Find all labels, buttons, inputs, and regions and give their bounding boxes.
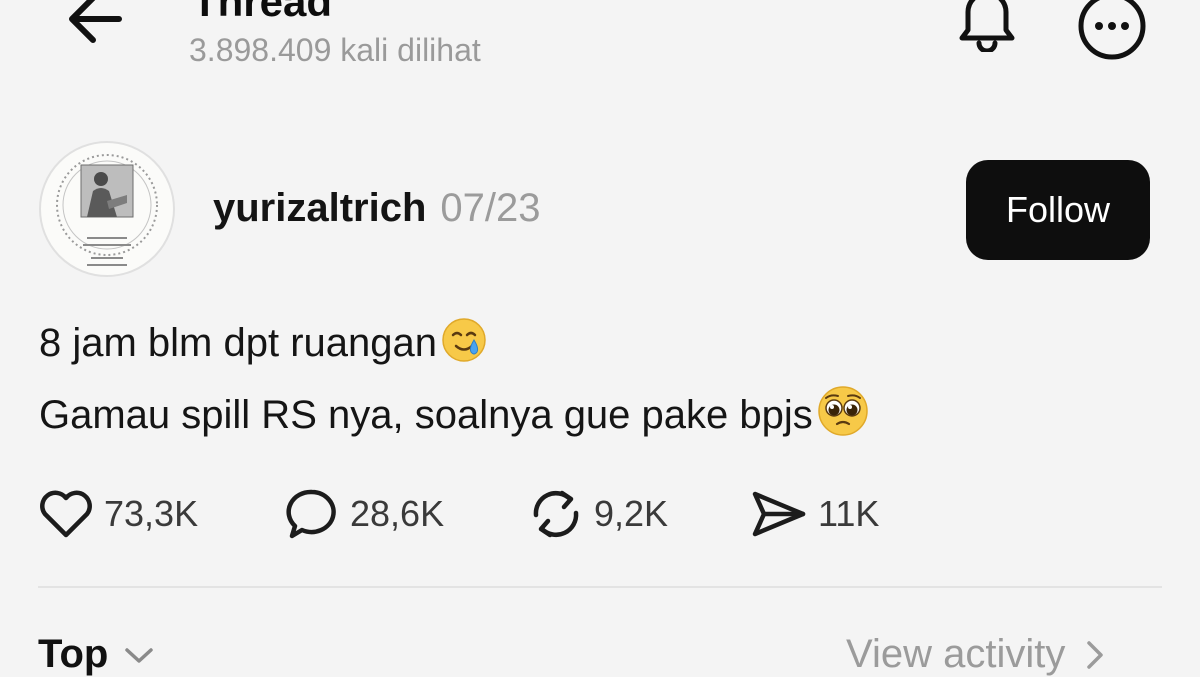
view-activity-label: View activity xyxy=(846,632,1066,676)
heart-icon xyxy=(40,490,92,538)
username[interactable]: yurizaltrich xyxy=(213,186,426,231)
arrow-left-icon xyxy=(69,0,122,43)
back-button[interactable] xyxy=(62,0,128,52)
post-text: 8 jam blm dpt ruangan xyxy=(39,321,438,365)
repost-icon xyxy=(533,490,579,538)
comment-icon xyxy=(286,489,336,539)
post-text-line-1: 8 jam blm dpt ruangan xyxy=(39,316,488,368)
share-button[interactable]: 11K xyxy=(750,488,879,540)
more-options-button[interactable] xyxy=(1074,0,1150,64)
post-date: 07/23 xyxy=(440,186,541,230)
repost-button[interactable]: 9,2K xyxy=(528,488,668,540)
like-count: 73,3K xyxy=(104,493,199,534)
bell-icon xyxy=(959,0,1015,52)
share-count: 11K xyxy=(818,493,880,534)
sort-dropdown[interactable]: Top xyxy=(38,632,156,677)
more-icon xyxy=(1078,0,1146,60)
send-icon xyxy=(752,491,806,537)
notification-button[interactable] xyxy=(950,0,1024,56)
smiling-face-with-tear-emoji-icon xyxy=(442,318,486,362)
repost-count: 9,2K xyxy=(594,493,669,534)
like-button[interactable]: 73,3K xyxy=(38,488,198,540)
pleading-face-emoji-icon xyxy=(818,386,868,436)
avatar[interactable] xyxy=(39,141,175,277)
reply-count: 28,6K xyxy=(350,493,445,534)
page-title: Thread xyxy=(192,0,333,25)
follow-button[interactable]: Follow xyxy=(966,160,1150,260)
divider xyxy=(38,586,1162,588)
chevron-right-icon xyxy=(1087,640,1104,669)
avatar-image xyxy=(56,154,158,266)
chevron-down-icon xyxy=(125,647,154,663)
view-count: 3.898.409 kali dilihat xyxy=(189,32,481,68)
post-meta: yurizaltrich 07/23 xyxy=(213,186,541,236)
sort-label: Top xyxy=(38,632,109,676)
reply-button[interactable]: 28,6K xyxy=(284,488,444,540)
post-text: Gamau spill RS nya, soalnya gue pake bpj… xyxy=(39,393,813,437)
post-text-line-2: Gamau spill RS nya, soalnya gue pake bpj… xyxy=(39,384,870,440)
view-activity-link[interactable]: View activity xyxy=(846,632,1107,677)
